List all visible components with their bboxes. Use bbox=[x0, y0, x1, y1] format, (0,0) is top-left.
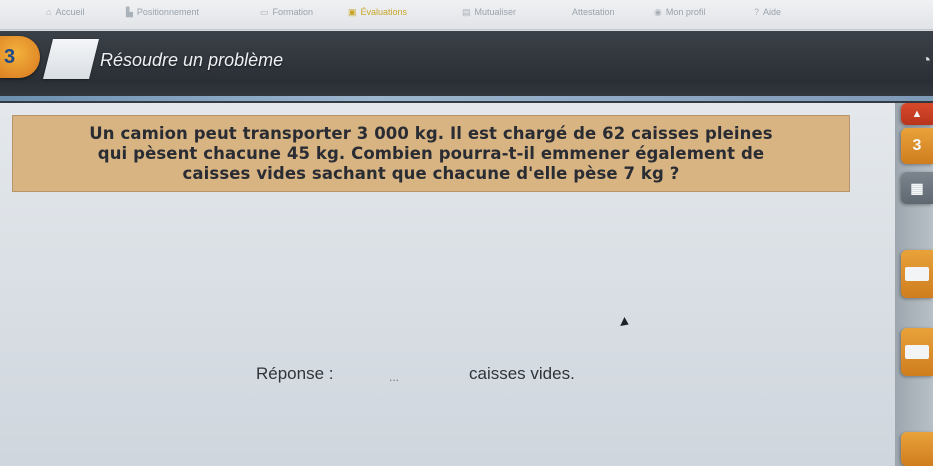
nav-profil-label: Mon profil bbox=[665, 7, 706, 17]
nav-home-label: Accueil bbox=[55, 7, 85, 17]
nav-attestation[interactable]: Attestation bbox=[572, 4, 615, 20]
side-card-button-2[interactable] bbox=[901, 328, 933, 376]
card-icon bbox=[905, 345, 929, 359]
answer-label: Réponse : bbox=[256, 364, 334, 383]
level-badge: 3 bbox=[0, 36, 40, 78]
nav-mutualiser[interactable]: ▤ Mutualiser bbox=[462, 4, 516, 20]
top-navigation: ⌂ Accueil ▙ Positionnement ▭ Formation ▣… bbox=[0, 0, 933, 30]
home-icon: ⌂ bbox=[46, 7, 52, 17]
nav-formation-label: Formation bbox=[272, 7, 314, 17]
nav-formation[interactable]: ▭ Formation bbox=[260, 4, 313, 20]
nav-positionnement-label: Positionnement bbox=[136, 7, 199, 17]
nav-profil[interactable]: ◉ Mon profil bbox=[654, 4, 705, 20]
nav-mutualiser-label: Mutualiser bbox=[474, 7, 517, 17]
grid-icon: ▦ bbox=[910, 179, 924, 196]
question-text: Un camion peut transporter 3 000 kg. Il … bbox=[89, 123, 773, 183]
user-icon: ◉ bbox=[654, 6, 662, 17]
answer-unit: caisses vides. bbox=[469, 364, 575, 383]
exit-button[interactable]: ▲ bbox=[901, 103, 933, 125]
share-icon: ▤ bbox=[462, 6, 471, 17]
nav-aide[interactable]: ? Aide bbox=[754, 4, 781, 20]
step-button[interactable]: 3 bbox=[901, 128, 933, 164]
nav-evaluations-label: Évaluations bbox=[360, 7, 408, 17]
step-number: 3 bbox=[912, 137, 922, 154]
tools-button[interactable]: ▦ bbox=[901, 172, 933, 204]
nav-attestation-label: Attestation bbox=[572, 7, 615, 17]
side-card-button-3[interactable] bbox=[901, 432, 933, 466]
nav-aide-label: Aide bbox=[763, 7, 782, 17]
card-icon bbox=[905, 267, 929, 281]
nav-evaluations[interactable]: ▣ Évaluations bbox=[348, 4, 407, 20]
help-icon: ? bbox=[754, 7, 760, 17]
chart-icon: ▙ bbox=[126, 6, 133, 17]
answer-input[interactable] bbox=[374, 368, 414, 386]
settings-icon[interactable]: ◔ bbox=[905, 52, 931, 72]
nav-positionnement[interactable]: ▙ Positionnement bbox=[126, 4, 199, 20]
title-underline bbox=[0, 96, 933, 101]
question-box: Un camion peut transporter 3 000 kg. Il … bbox=[12, 115, 850, 192]
page-title: Résoudre un problème bbox=[100, 50, 284, 70]
exit-icon: ▲ bbox=[911, 108, 923, 120]
nav-home[interactable]: ⌂ Accueil bbox=[46, 4, 84, 20]
book-icon: ▭ bbox=[260, 6, 269, 17]
side-card-button-1[interactable] bbox=[901, 250, 933, 298]
clipboard-icon: ▣ bbox=[348, 6, 357, 17]
level-number: 3 bbox=[4, 46, 16, 68]
